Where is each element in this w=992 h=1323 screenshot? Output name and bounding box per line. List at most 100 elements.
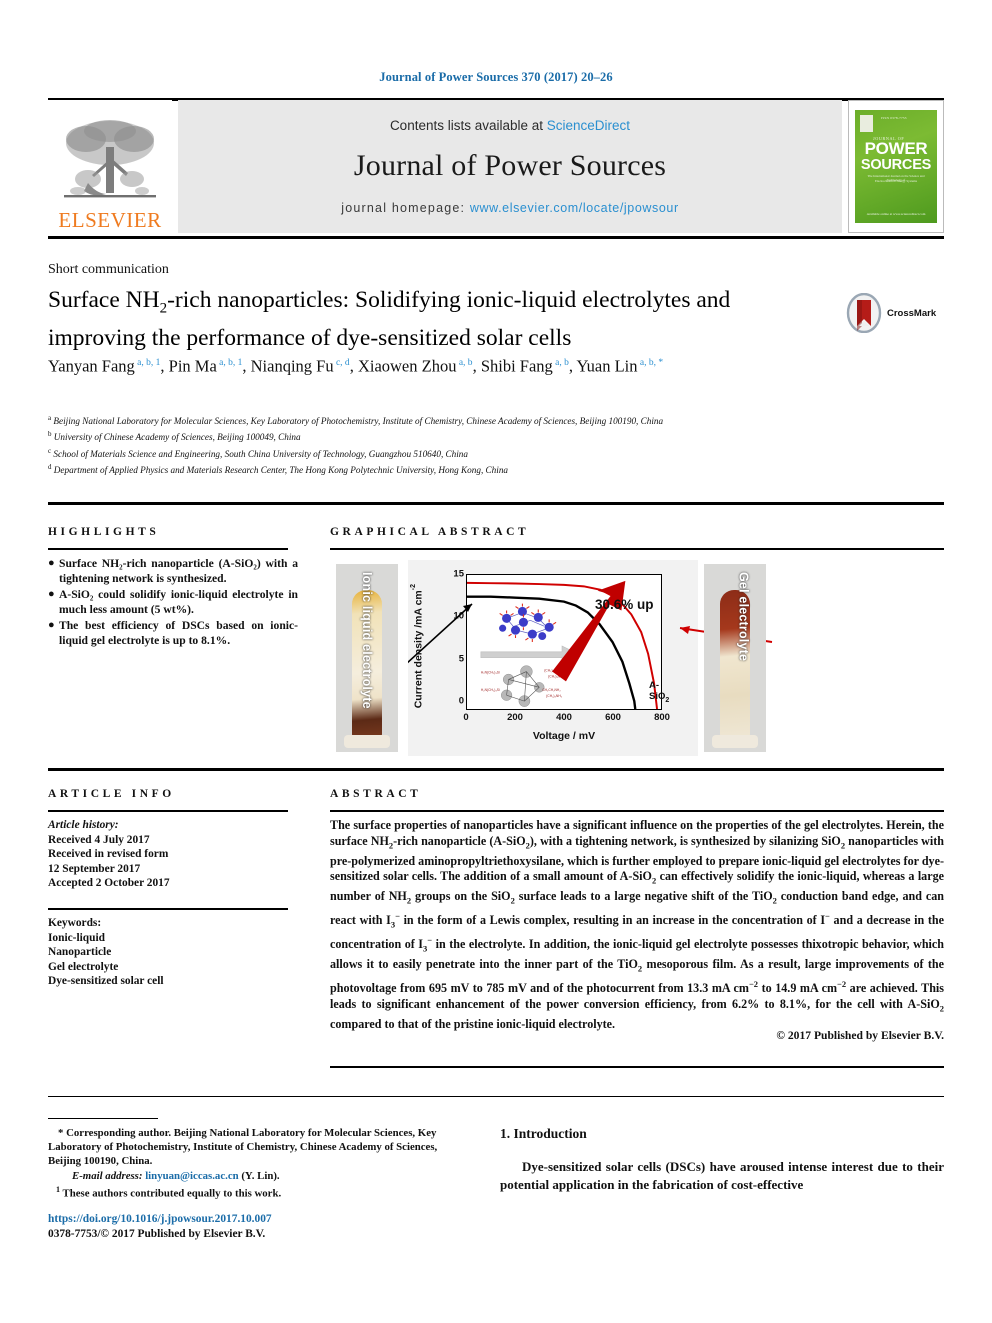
title-part-b: -rich nanoparticles: Solidifying ionic-l…: [167, 287, 691, 313]
abstract-run: groups on the SiO: [411, 889, 511, 904]
elsevier-wordmark: ELSEVIER: [58, 208, 162, 232]
jv-curves: H₂N(CH₂)₃Si (CH₂)₃NH₂ (CH₂)₃NH₂ H₂N(CH₂)…: [466, 580, 659, 710]
author-separator: ,: [568, 356, 577, 376]
author-name[interactable]: Yanyan Fang: [48, 357, 135, 376]
elsevier-logo[interactable]: ELSEVIER: [48, 100, 172, 233]
article-info-rule: [48, 810, 288, 812]
introduction-heading: 1. Introduction: [500, 1126, 587, 1141]
abstract-run: ), with a tightening network, is synthes…: [529, 833, 841, 848]
y-tick-5: 5: [458, 653, 464, 665]
article-history-line: Accepted 2 October 2017: [48, 877, 170, 890]
author-affiliation-marker: a, b, 1: [134, 358, 161, 368]
keyword-item[interactable]: Gel electrolyte: [48, 960, 298, 975]
doi-link[interactable]: https://doi.org/10.1016/j.jpowsour.2017.…: [48, 1212, 468, 1227]
author-name[interactable]: Nianqing Fu: [251, 357, 334, 376]
keyword-item[interactable]: Ionic-liquid: [48, 931, 298, 946]
author-name[interactable]: Yuan Lin: [577, 357, 638, 376]
journal-cover-thumbnail[interactable]: ISSN 0378-7753 JOURNAL OF POWER SOURCES …: [848, 100, 944, 233]
title-part-a: Surface NH: [48, 287, 160, 313]
svg-text:H₂N(CH₂)₃Si: H₂N(CH₂)₃Si: [481, 671, 500, 675]
abstract-superscript: −2: [748, 979, 759, 990]
abstract-run: to 14.9 mA cm: [758, 981, 838, 996]
cover-word-sources: SOURCES: [860, 157, 932, 173]
gel-electrolyte-vial-photo: Gel electrolyte: [704, 564, 766, 752]
affiliation-text: Department of Applied Physics and Materi…: [51, 464, 509, 475]
improvement-annotation: 30.6% up: [595, 597, 654, 612]
cover-artwork: ISSN 0378-7753 JOURNAL OF POWER SOURCES …: [855, 110, 937, 223]
equal-contrib-marker: 1: [56, 1184, 60, 1194]
cover-subtitle-line2: Electrochemical Energy Systems: [874, 179, 918, 183]
corresponding-author-note: * Corresponding author. Beijing National…: [48, 1127, 438, 1168]
doi-block: https://doi.org/10.1016/j.jpowsour.2017.…: [48, 1212, 468, 1243]
affiliation-text: University of Chinese Academy of Science…: [51, 432, 301, 443]
highlight-item: ● A-SiO₂ could solidify ionic-liquid elec…: [48, 587, 298, 618]
crossmark-label: CrossMark: [887, 307, 937, 319]
y-tick-15: 15: [453, 568, 464, 580]
journal-homepage-link[interactable]: www.elsevier.com/locate/jpowsour: [470, 201, 679, 215]
abstract-run: surface leads to a large negative shift …: [514, 889, 773, 904]
silica-network-schematic: H₂N(CH₂)₃Si (CH₂)₃NH₂ (CH₂)₃NH₂ H₂N(CH₂)…: [481, 665, 565, 707]
footnote-block: * Corresponding author. Beijing National…: [48, 1126, 448, 1201]
graphical-abstract-rule: [330, 548, 944, 550]
svg-text:CH₂CH₂NH₂: CH₂CH₂NH₂: [542, 688, 561, 692]
page-title: Surface NH2-rich nanoparticles: Solidify…: [48, 286, 788, 353]
plot-axes: H₂N(CH₂)₃Si (CH₂)₃NH₂ (CH₂)₃NH₂ H₂N(CH₂)…: [466, 574, 669, 710]
author-affiliation-marker: a, b, *: [637, 358, 664, 368]
x-tick-600: 600: [605, 712, 621, 723]
title-subscript-2: 2: [159, 300, 168, 317]
author-affiliation-marker: a, b: [552, 358, 569, 368]
affiliation-item: d Department of Applied Physics and Mate…: [48, 461, 928, 477]
affiliation-text: Beijing National Laboratory for Molecula…: [51, 416, 664, 427]
author-name[interactable]: Xiaowen Zhou: [358, 357, 457, 376]
abstract-run: -rich nanoparticle (A-SiO: [393, 833, 526, 848]
paper-page: Journal of Power Sources 370 (2017) 20–2…: [0, 0, 992, 1323]
keyword-item[interactable]: Dye-sensitized solar cell: [48, 974, 298, 989]
bullet-icon: ●: [48, 618, 55, 631]
keywords-list: Keywords: Ionic-liquid Nanoparticle Gel ele…: [48, 916, 298, 989]
abstract-band-top-rule: [48, 768, 944, 771]
cover-issn-block: [860, 115, 873, 132]
highlight-text: Surface NH₂-rich nanoparticle (A-SiO₂) w…: [59, 557, 298, 586]
sciencedirect-link[interactable]: ScienceDirect: [547, 118, 630, 133]
highlights-band-top-rule: [48, 502, 944, 505]
gel-vial-base: [712, 735, 758, 748]
email-link[interactable]: linyuan@iccas.ac.cn: [145, 1170, 238, 1182]
bullet-icon: ●: [48, 557, 55, 569]
ionic-liquid-vial-photo: Ionic liquid electrolyte: [336, 564, 398, 752]
y-tick-10: 10: [453, 610, 464, 622]
abstract-heading: ABSTRACT: [330, 788, 422, 800]
journal-masthead: ELSEVIER Contents lists available at Sci…: [48, 100, 944, 233]
crossmark-icon: [846, 293, 882, 333]
journal-title: Journal of Power Sources: [353, 149, 667, 182]
elsevier-tree-icon: [64, 120, 156, 198]
abstract-bottom-rule: [330, 1066, 944, 1068]
bullet-icon: ●: [48, 587, 55, 600]
article-history-line: Received in revised form: [48, 848, 169, 861]
x-tick-800: 800: [654, 712, 670, 723]
cover-issn-text: ISSN 0378-7753: [881, 116, 907, 120]
author-name[interactable]: Pin Ma: [169, 357, 217, 376]
x-tick-0: 0: [463, 712, 469, 723]
contents-available-line: Contents lists available at ScienceDirec…: [390, 118, 630, 133]
highlight-item: ● The best efficiency of DSCs based on io…: [48, 618, 298, 649]
highlight-text: The best efficiency of DSCs based on ion…: [59, 618, 298, 648]
affiliation-item: c School of Materials Science and Engine…: [48, 445, 928, 461]
x-tick-200: 200: [507, 712, 523, 723]
x-axis-ticks: 0 200 400 600 800: [463, 712, 670, 726]
keyword-item[interactable]: Nanoparticle: [48, 945, 298, 960]
author-affiliation-marker: a, b, 1: [216, 358, 243, 368]
masthead-center: Contents lists available at ScienceDirec…: [178, 100, 842, 233]
affiliation-text: School of Materials Science and Engineer…: [51, 448, 468, 459]
y-tick-0: 0: [458, 695, 464, 707]
abstract-rule: [330, 810, 944, 812]
highlight-text: A-SiO₂ could solidify ionic-liquid elect…: [59, 587, 298, 617]
article-history-label: Article history:: [48, 819, 119, 831]
keywords-label: Keywords:: [48, 917, 102, 929]
author-name[interactable]: Shibi Fang: [481, 357, 553, 376]
x-axis-label: Voltage / mV: [532, 730, 596, 742]
keywords-rule: [48, 908, 288, 910]
author-separator: ,: [472, 356, 481, 376]
crossmark-badge[interactable]: CrossMark: [846, 291, 946, 335]
graphical-abstract-figure: Ionic liquid electrolyte Current density…: [336, 560, 773, 756]
article-section-type: Short communication: [48, 262, 169, 277]
